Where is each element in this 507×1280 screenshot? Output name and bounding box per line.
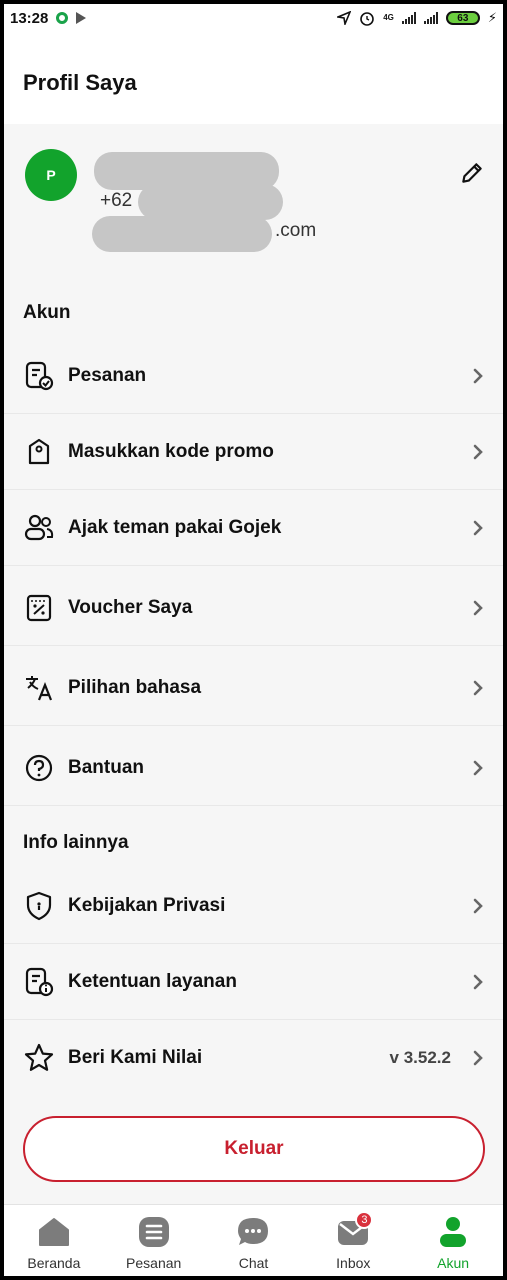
- menu-item-rate[interactable]: Beri Kami Nilai v 3.52.2: [4, 1020, 503, 1096]
- chevron-right-icon: [473, 368, 483, 383]
- language-icon: [26, 675, 53, 700]
- alarm-icon: [360, 12, 374, 26]
- menu-label-help: Bantuan: [68, 756, 144, 778]
- status-time: 13:28: [10, 9, 49, 27]
- shield-icon: [26, 891, 52, 920]
- app-version: v 3.52.2: [389, 1048, 451, 1067]
- network-type: 4G: [383, 13, 394, 22]
- phone-prefix: +62: [100, 190, 133, 211]
- email-suffix: .com: [275, 220, 317, 241]
- page-title: Profil Saya: [23, 70, 137, 95]
- logout-button[interactable]: Keluar: [23, 1116, 485, 1182]
- nav-item-home[interactable]: Beranda: [4, 1205, 104, 1276]
- promo-tag-icon: [28, 438, 50, 464]
- battery-level: 63: [457, 12, 469, 24]
- chevron-right-icon: [473, 760, 483, 775]
- signal-icon: [401, 12, 416, 24]
- nav-label-account: Akun: [437, 1255, 470, 1271]
- menu-item-orders[interactable]: Pesanan: [4, 338, 503, 414]
- menu-label-invite: Ajak teman pakai Gojek: [68, 516, 282, 538]
- star-icon: [24, 1043, 54, 1071]
- edit-pencil-icon[interactable]: [459, 160, 485, 186]
- profile-card: P +62 .com: [4, 124, 503, 294]
- status-bar: 13:28 4G 63 ⚡: [4, 4, 503, 32]
- battery-icon: 63: [445, 11, 480, 25]
- menu-label-orders: Pesanan: [68, 364, 147, 386]
- section-title-account: Akun: [23, 302, 71, 323]
- app-frame: 13:28 4G 63 ⚡ Profil Saya P +62 .com Aku…: [4, 4, 503, 1276]
- location-icon: [337, 11, 352, 25]
- bottom-nav: Beranda Pesanan Chat 3 Inbox Akun: [4, 1204, 503, 1276]
- chevron-right-icon: [473, 600, 483, 615]
- orders-nav-icon: [138, 1217, 169, 1247]
- redacted-phone: [138, 184, 283, 220]
- menu-item-terms[interactable]: Ketentuan layanan: [4, 944, 503, 1020]
- menu-label-promo: Masukkan kode promo: [68, 440, 274, 462]
- chevron-right-icon: [473, 898, 483, 913]
- menu-item-promo[interactable]: Masukkan kode promo: [4, 414, 503, 490]
- charging-icon: ⚡: [487, 10, 497, 25]
- nav-item-orders[interactable]: Pesanan: [104, 1205, 204, 1276]
- menu-label-rate: Beri Kami Nilai: [68, 1047, 203, 1068]
- voucher-icon: [26, 594, 52, 621]
- section-title-other: Info lainnya: [23, 832, 129, 853]
- invite-friends-icon: [24, 514, 54, 540]
- menu-label-privacy: Kebijakan Privasi: [68, 894, 226, 916]
- chat-icon: [238, 1218, 269, 1245]
- avatar: P: [25, 149, 77, 201]
- orders-icon: [25, 361, 54, 390]
- menu-item-privacy[interactable]: Kebijakan Privasi: [4, 868, 503, 944]
- menu-label-terms: Ketentuan layanan: [68, 970, 237, 992]
- nav-label-home: Beranda: [27, 1255, 81, 1271]
- help-icon: [25, 754, 53, 781]
- chevron-right-icon: [473, 680, 483, 695]
- nav-item-chat[interactable]: Chat: [204, 1205, 304, 1276]
- nav-label-inbox: Inbox: [336, 1255, 371, 1271]
- menu-item-invite[interactable]: Ajak teman pakai Gojek: [4, 490, 503, 566]
- chevron-right-icon: [473, 520, 483, 535]
- menu-item-language[interactable]: Pilihan bahasa: [4, 650, 503, 726]
- terms-icon: [25, 967, 54, 996]
- nav-label-orders: Pesanan: [126, 1255, 182, 1271]
- menu-label-language: Pilihan bahasa: [68, 676, 202, 698]
- redacted-email: [92, 216, 272, 252]
- chevron-right-icon: [473, 974, 483, 989]
- signal-icon-2: [423, 12, 438, 24]
- menu-label-voucher: Voucher Saya: [68, 596, 193, 618]
- nav-label-chat: Chat: [238, 1255, 269, 1271]
- play-store-icon: [76, 12, 87, 24]
- menu-item-voucher[interactable]: Voucher Saya: [4, 570, 503, 646]
- chevron-right-icon: [473, 444, 483, 459]
- home-icon: [38, 1218, 69, 1246]
- page-header: Profil Saya: [4, 32, 503, 124]
- nav-item-account[interactable]: Akun: [403, 1205, 503, 1276]
- chevron-right-icon: [473, 1050, 483, 1066]
- inbox-badge: 3: [355, 1211, 374, 1229]
- account-icon: [440, 1217, 467, 1247]
- menu-item-help[interactable]: Bantuan: [4, 730, 503, 806]
- nav-item-inbox[interactable]: 3 Inbox: [303, 1205, 403, 1276]
- gojek-notification-icon: [56, 12, 69, 24]
